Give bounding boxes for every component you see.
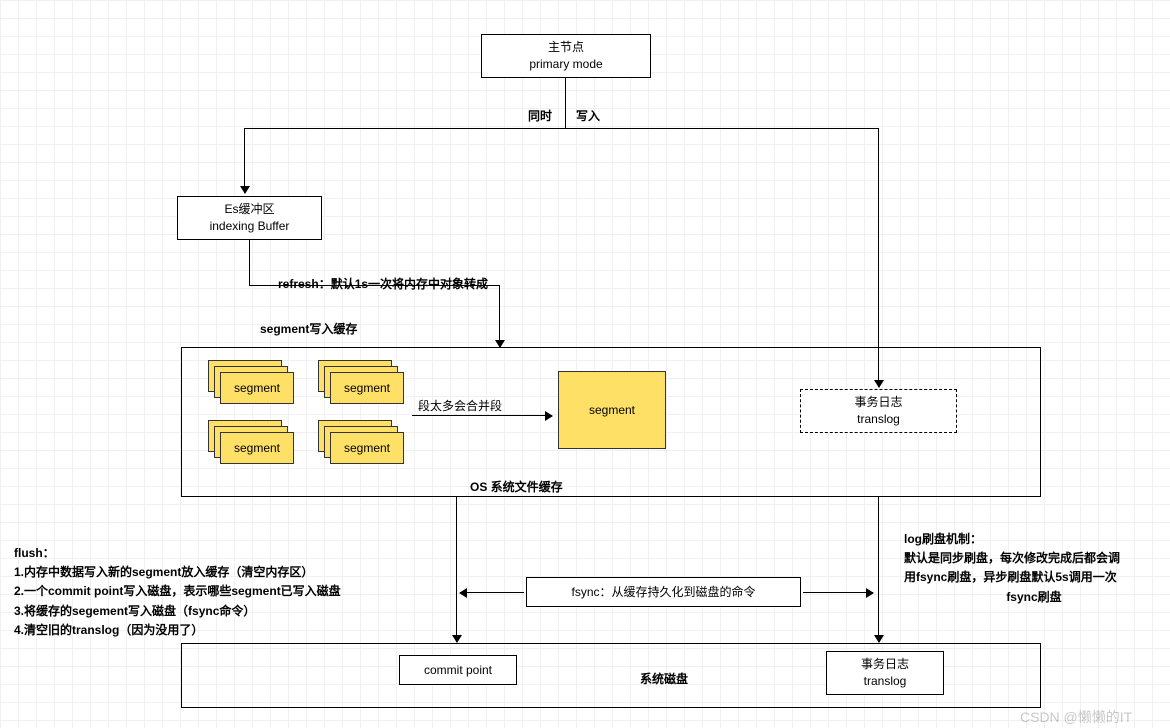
fsync-arrow-left (460, 592, 524, 593)
flush-l4: 4.清空旧的translog（因为没用了） (14, 621, 424, 640)
es-buffer-box: Es缓冲区 indexing Buffer (177, 196, 322, 240)
commit-point-label: commit point (424, 662, 492, 679)
log-flush-l1: 默认是同步刷盘，每次修改完成后都会调 (904, 549, 1164, 568)
segment-text: segment (344, 441, 390, 455)
segment-text: segment (344, 381, 390, 395)
disk-label: 系统磁盘 (640, 670, 688, 687)
segment-stack-3: segment (208, 420, 298, 470)
segment-cache-label: segment写入缓存 (260, 320, 357, 337)
flush-l2: 2.一个commit point写入磁盘，表示哪些segment已写入磁盘 (14, 582, 424, 601)
fsync-arrow-right (803, 592, 873, 593)
log-flush-block: log刷盘机制： 默认是同步刷盘，每次修改完成后都会调 用fsync刷盘，异步刷… (904, 530, 1164, 607)
segment-text: segment (589, 403, 635, 417)
line-os-to-commit (456, 497, 457, 642)
primary-line2: primary mode (529, 56, 602, 73)
disk-translog-line2: translog (864, 673, 907, 690)
segment-stack-4: segment (318, 420, 408, 470)
segment-card: segment (330, 372, 404, 404)
log-flush-title: log刷盘机制： (904, 530, 1164, 549)
fsync-label: fsync：从缓存持久化到磁盘的命令 (571, 584, 755, 601)
watermark: CSDN @懒懒的IT (1020, 707, 1132, 727)
segment-text: segment (234, 441, 280, 455)
split-right: 写入 (576, 107, 600, 124)
line-os-to-translog2 (878, 497, 879, 642)
buffer-line2: indexing Buffer (210, 218, 290, 235)
commit-point-box: commit point (399, 655, 517, 685)
segment-stack-1: segment (208, 360, 298, 410)
buffer-line1: Es缓冲区 (224, 201, 274, 218)
disk-translog-line1: 事务日志 (861, 656, 909, 673)
line-merge (412, 415, 552, 416)
line-buffer-v (249, 240, 250, 285)
segment-stack-2: segment (318, 360, 408, 410)
merged-segment: segment (558, 371, 666, 449)
fsync-box: fsync：从缓存持久化到磁盘的命令 (526, 577, 801, 607)
merge-label: 段太多会合并段 (418, 397, 502, 414)
segment-card: segment (220, 432, 294, 464)
translog-line2: translog (857, 411, 900, 428)
log-flush-l2: 用fsync刷盘，异步刷盘默认5s调用一次 (904, 568, 1164, 587)
translog-line1: 事务日志 (854, 394, 902, 411)
line-split-h (244, 128, 879, 129)
segment-card: segment (330, 432, 404, 464)
line-to-buffer (244, 128, 245, 193)
refresh-label: refresh：默认1s一次将内存中对象转成 (278, 275, 488, 292)
log-flush-l3: fsync刷盘 (904, 588, 1164, 607)
segment-text: segment (234, 381, 280, 395)
primary-node-box: 主节点 primary mode (481, 34, 651, 78)
line-buffer-into-os (499, 285, 500, 347)
translog-box: 事务日志 translog (800, 389, 957, 433)
primary-line1: 主节点 (548, 39, 584, 56)
flush-title: flush： (14, 544, 424, 563)
line-primary-down (565, 78, 566, 128)
flush-l1: 1.内存中数据写入新的segment放入缓存（清空内存区） (14, 563, 424, 582)
disk-translog-box: 事务日志 translog (826, 651, 944, 695)
split-left: 同时 (528, 107, 552, 124)
flush-block: flush： 1.内存中数据写入新的segment放入缓存（清空内存区） 2.一… (14, 544, 424, 640)
os-cache-label: OS 系统文件缓存 (470, 478, 563, 495)
segment-card: segment (220, 372, 294, 404)
flush-l3: 3.将缓存的segement写入磁盘（fsync命令） (14, 602, 424, 621)
